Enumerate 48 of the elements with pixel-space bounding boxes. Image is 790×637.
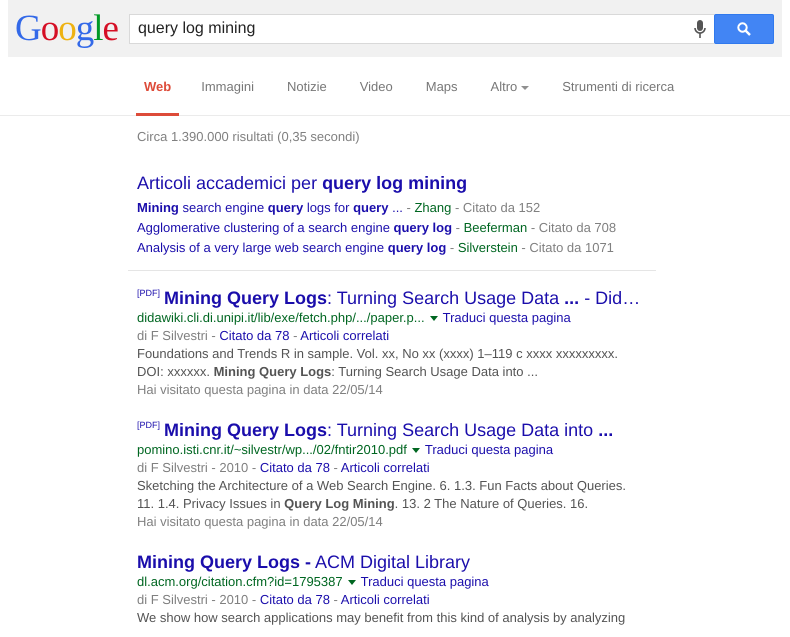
search-icon bbox=[737, 22, 751, 36]
visited-note: Hai visitato questa pagina in data 22/05/14 bbox=[137, 512, 384, 530]
caret-icon[interactable] bbox=[430, 316, 438, 321]
search-field[interactable]: query log mining bbox=[129, 14, 714, 44]
result-url: didawiki.cli.di.unipi.it/lib/exe/fetch.php/.../paper.p... bbox=[137, 310, 425, 324]
caret-icon[interactable] bbox=[348, 580, 356, 585]
result-title[interactable]: Mining Query Logs: Turning Search Usage Data ... - Did… bbox=[164, 288, 640, 308]
tab[interactable]: Web bbox=[136, 57, 180, 116]
link[interactable]: Analysis of a very large web search engine query log bbox=[137, 240, 446, 254]
search-button[interactable] bbox=[714, 14, 774, 44]
result-snippet: Sketching the Architecture of a Web Search Engine. 6. 1.3. Fun Facts about Queries. 11. 1.4. Privacy Issues in Query Log Mining. 13. 2 The Nature of Queries. 16. bbox=[137, 476, 627, 512]
result-snippet: Foundations and Trends R in sample. Vol. xx, No xx (xxxx) 1–119 c xxxx xxxxxxxxx. DOI: xxxxxx. Mining Query Logs: Turning Search Usage Data into ... bbox=[137, 344, 619, 380]
link[interactable]: Articoli correlati bbox=[340, 460, 430, 474]
tab[interactable]: Video bbox=[348, 57, 404, 116]
result-title[interactable]: Mining Query Logs: Turning Search Usage Data into ... bbox=[164, 420, 614, 440]
link[interactable]: Articoli correlati bbox=[300, 328, 390, 342]
citation-line: di F Silvestri - 2010 - Citato da 78 - Articoli correlati bbox=[137, 458, 431, 476]
result-title[interactable]: Mining Query Logs - ACM Digital Library bbox=[137, 552, 470, 572]
result-url: dl.acm.org/citation.cfm?id=1795387 bbox=[137, 574, 343, 588]
translate-link[interactable]: Traduci questa pagina bbox=[424, 442, 554, 456]
link[interactable]: Mining search engine query logs for query ... bbox=[137, 200, 403, 214]
tab[interactable]: Strumenti di ricerca bbox=[551, 57, 686, 116]
scholar-result-line: Agglomerative clustering of a search engine query log - Beeferman - Citato da 708 bbox=[137, 218, 618, 237]
translate-link[interactable]: Traduci questa pagina bbox=[442, 310, 571, 324]
visited-note: Hai visitato questa pagina in data 22/05/14 bbox=[137, 380, 384, 398]
result-snippet: We show how search applications may benefit from this kind of analysis by analyzing bbox=[137, 608, 626, 626]
link[interactable]: Citato da 78 bbox=[260, 592, 330, 606]
link[interactable]: Agglomerative clustering of a search engine query log bbox=[137, 220, 452, 234]
caret-icon[interactable] bbox=[412, 448, 420, 453]
link[interactable]: Citato da 78 bbox=[219, 328, 290, 342]
citation-line: di F Silvestri - 2010 - Citato da 78 - Articoli correlati bbox=[137, 590, 431, 608]
result-title[interactable]: Articoli accademici per query log mining bbox=[137, 172, 468, 194]
file-type-tag: [PDF] bbox=[137, 288, 160, 298]
file-type-tag: [PDF] bbox=[137, 420, 160, 430]
scholar-result-line: Mining search engine query logs for query ... - Zhang - Citato da 152 bbox=[137, 198, 542, 217]
tab[interactable]: Immagini bbox=[190, 57, 265, 116]
citation-line: di F Silvestri - Citato da 78 - Articoli correlati bbox=[137, 326, 390, 344]
translate-link[interactable]: Traduci questa pagina bbox=[360, 574, 489, 588]
tab[interactable]: Maps bbox=[414, 57, 469, 116]
logo: Google bbox=[15, 10, 119, 47]
microphone-icon[interactable] bbox=[694, 20, 706, 38]
tab[interactable]: Notizie bbox=[276, 57, 338, 116]
link[interactable]: Articoli correlati bbox=[340, 592, 430, 606]
scholar-result-line: Analysis of a very large web search engine query log - Silverstein - Citato da 1071 bbox=[137, 238, 615, 257]
result-url: pomino.isti.cnr.it/~silvestr/wp.../02/fntir2010.pdf bbox=[137, 442, 407, 456]
tab[interactable]: Altro bbox=[480, 57, 540, 116]
result-stats: Circa 1.390.000 risultati (0,35 secondi) bbox=[137, 128, 361, 146]
link[interactable]: Citato da 78 bbox=[260, 460, 330, 474]
